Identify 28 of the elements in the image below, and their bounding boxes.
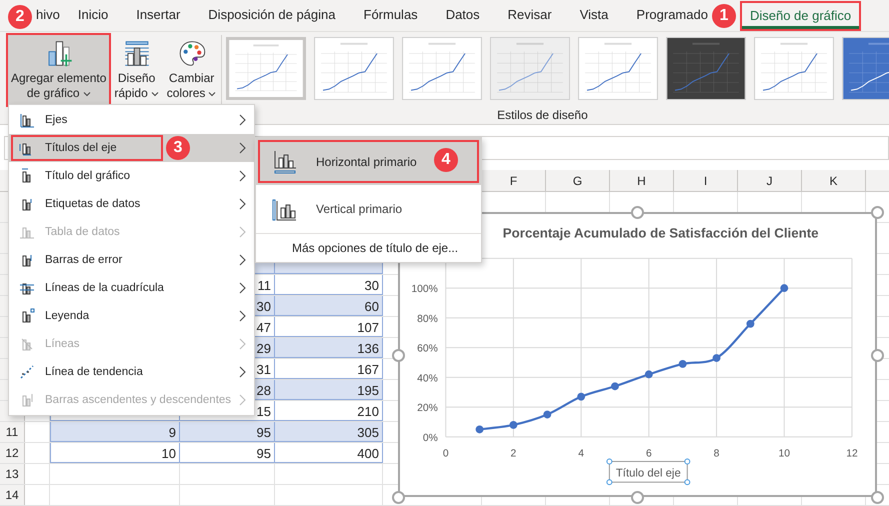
table-cell: 210 <box>275 401 383 421</box>
axis-label: 8 <box>714 448 720 460</box>
axis-label: 100% <box>411 284 438 296</box>
chart-title: Porcentaje Acumulado de Satisfacción del Cliente <box>502 226 819 241</box>
table-cell: 30 <box>275 275 383 295</box>
table-cell: 60 <box>275 296 383 316</box>
axis-label: 40% <box>417 373 438 384</box>
axis-label: 2 <box>510 448 516 460</box>
table-cell: 305 <box>275 422 383 442</box>
group-label: Estilos de diseño <box>497 108 588 122</box>
axis-label: 20% <box>417 403 438 414</box>
axis-label: 80% <box>417 314 438 325</box>
axis-label: 4 <box>578 448 584 460</box>
axis-label: 6 <box>646 448 652 460</box>
axis-label: 0% <box>422 432 438 444</box>
table-cell: 167 <box>275 359 383 379</box>
axis-label: 60% <box>417 344 438 355</box>
axis-label: 12 <box>846 448 858 460</box>
table-cell: 400 <box>275 443 383 463</box>
table-cell: 195 <box>275 380 383 400</box>
table-cell: 10 <box>50 443 180 463</box>
table-cell: 9 <box>50 422 180 442</box>
table-cell: 107 <box>275 317 383 337</box>
table-cell: 136 <box>275 338 383 358</box>
axis-label: 0 <box>442 448 449 460</box>
table-cell: 95 <box>180 422 275 442</box>
table-cell: 95 <box>180 443 275 463</box>
axis-label: 10 <box>778 448 790 460</box>
